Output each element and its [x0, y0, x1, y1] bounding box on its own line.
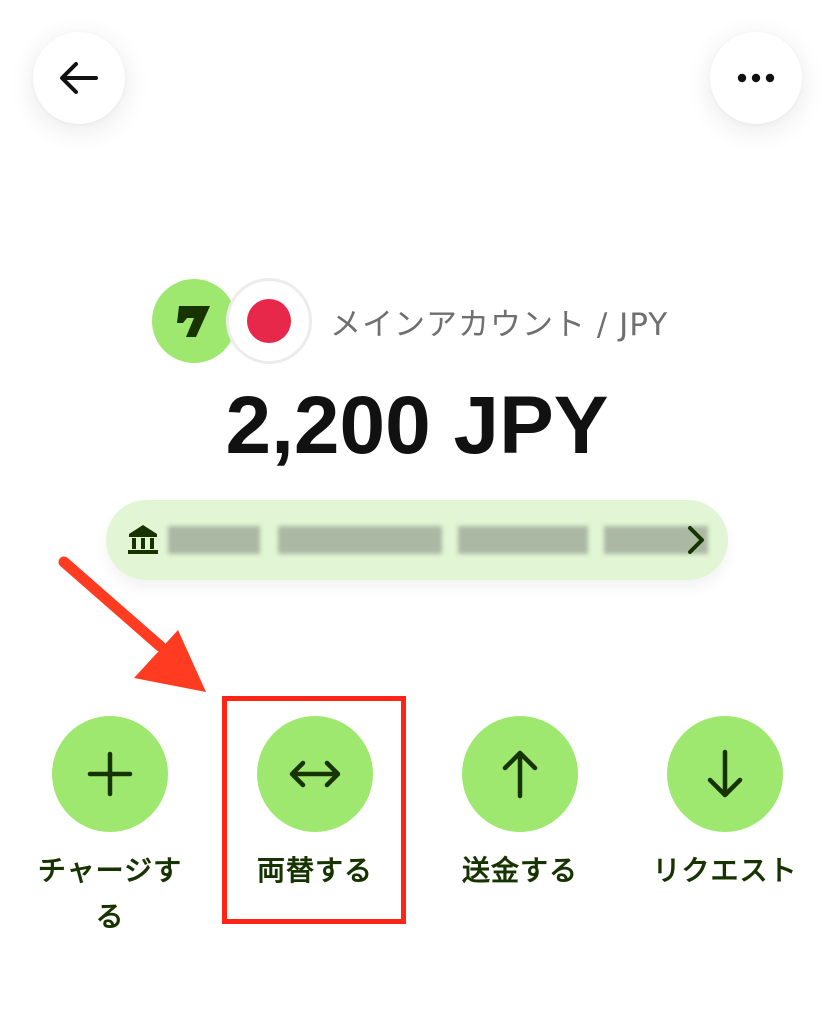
- charge-button[interactable]: [52, 716, 168, 832]
- plus-icon: [87, 751, 133, 797]
- send-label: 送金する: [461, 854, 578, 887]
- annotation-highlight-box: [222, 696, 406, 924]
- more-options-button[interactable]: [710, 32, 802, 124]
- bank-icon: [128, 525, 158, 554]
- request-label: リクエスト: [652, 854, 798, 887]
- send-button[interactable]: [462, 716, 578, 832]
- wise-logo-icon: [152, 279, 236, 363]
- japan-flag-icon: [226, 278, 312, 364]
- account-header: メインアカウント / JPY: [152, 276, 668, 366]
- balance-amount: 2,200 JPY: [225, 380, 609, 471]
- request-button[interactable]: [667, 716, 783, 832]
- arrow-up-icon: [502, 750, 538, 799]
- obscured-account-number: [168, 522, 708, 558]
- account-label: メインアカウント / JPY: [330, 306, 669, 343]
- annotation-arrow-icon: [58, 556, 206, 692]
- charge-label: チャージす る: [37, 854, 183, 933]
- chevron-right-icon: [688, 526, 704, 554]
- back-button[interactable]: [33, 32, 125, 124]
- arrow-down-icon: [707, 749, 743, 798]
- more-horizontal-icon: [737, 73, 775, 83]
- arrow-left-icon: [60, 62, 98, 94]
